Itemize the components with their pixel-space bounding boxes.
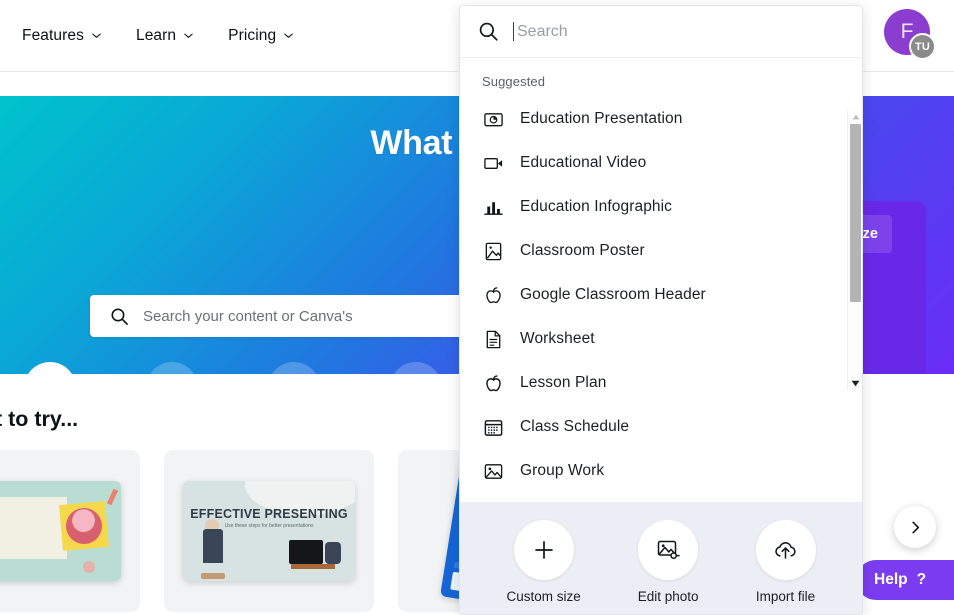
- hero-tab-social-media[interactable]: Social media: [258, 362, 330, 374]
- triangle-up-icon[interactable]: [848, 110, 862, 124]
- suggestion-item-classroom-poster[interactable]: Classroom Poster: [460, 229, 862, 273]
- poster-image-icon: [482, 240, 504, 262]
- nav-features-label: Features: [22, 26, 84, 44]
- presentation-icon: [146, 362, 198, 374]
- video-icon: [482, 152, 504, 174]
- account-avatar-group[interactable]: F TU: [884, 9, 936, 61]
- suggestions-group-label: Suggested: [482, 74, 546, 89]
- search-icon: [478, 21, 499, 42]
- template-card[interactable]: EFFECTIVE PRESENTING Use these steps for…: [164, 450, 374, 612]
- apple-outline-icon: [482, 372, 504, 394]
- suggestion-label: Group Work: [520, 462, 605, 479]
- nav-item-features[interactable]: Features: [22, 27, 102, 45]
- help-label: Help: [874, 571, 908, 588]
- edit-photo-icon: [638, 520, 699, 580]
- suggestion-label: Educational Video: [520, 154, 647, 171]
- dropdown-scrollbar[interactable]: [847, 110, 862, 390]
- template-card[interactable]: Present for Online roomles Lee's Class: [0, 450, 140, 612]
- scrollbar-thumb[interactable]: [850, 124, 861, 302]
- help-button[interactable]: Help ?: [856, 560, 954, 600]
- avatar-badge-label: TU: [914, 40, 931, 53]
- avatar-team-badge[interactable]: TU: [909, 33, 936, 60]
- suggestion-item-worksheet[interactable]: Worksheet: [460, 317, 862, 361]
- dropdown-search-placeholder: Search: [517, 22, 568, 40]
- custom-size-label: Custom size: [506, 589, 581, 604]
- suggestion-label: Lesson Plan: [520, 374, 607, 391]
- triangle-down-icon[interactable]: [848, 376, 862, 390]
- chevron-down-icon: [283, 30, 294, 41]
- sparkle-icon: [24, 362, 76, 374]
- presentation-slide-icon: [482, 108, 504, 130]
- cloud-upload-icon: [755, 520, 816, 580]
- apple-icon: [482, 284, 504, 306]
- plus-icon: [513, 520, 574, 580]
- question-mark-icon: ?: [916, 571, 927, 588]
- canva-homepage: Features Learn Pricing F TU What will yo…: [0, 0, 954, 615]
- suggestion-item-google-classroom-header[interactable]: Google Classroom Header: [460, 273, 862, 317]
- hero-search-placeholder: Search your content or Canva's: [143, 307, 353, 325]
- section-title: t want to try...: [0, 407, 79, 431]
- suggestion-label: Classroom Poster: [520, 242, 645, 259]
- search-icon: [110, 307, 129, 326]
- dropdown-quick-actions: Custom size Edit photo Import file: [460, 502, 862, 614]
- document-icon: [482, 328, 504, 350]
- search-dropdown-panel: Search Suggested Education Presentation …: [459, 5, 863, 615]
- import-file-action[interactable]: Import file: [755, 520, 816, 604]
- video-camera-icon: [390, 362, 442, 374]
- suggestion-label: Education Presentation: [520, 110, 683, 127]
- custom-size-action[interactable]: Custom size: [506, 520, 581, 604]
- image-icon: [482, 460, 504, 482]
- chevron-down-icon: [183, 30, 194, 41]
- hero-tab-video[interactable]: Video: [380, 362, 452, 374]
- nav-pricing-label: Pricing: [228, 26, 277, 44]
- bar-chart-icon: [482, 196, 504, 218]
- effective-presenting-thumb: EFFECTIVE PRESENTING Use these steps for…: [183, 481, 355, 581]
- nav-learn-label: Learn: [135, 26, 177, 44]
- classroom-rules-thumb: Present for Online roomles Lee's Class: [0, 481, 121, 581]
- hero-tab-for-you[interactable]: For you: [14, 362, 86, 374]
- suggestion-label: Education Infographic: [520, 198, 673, 215]
- hero-tab-presentations[interactable]: Presentations: [136, 362, 208, 374]
- chevron-right-icon: [908, 520, 923, 535]
- suggestion-label: Worksheet: [520, 330, 595, 347]
- suggestion-item-education-presentation[interactable]: Education Presentation: [460, 97, 862, 141]
- edit-photo-label: Edit photo: [637, 589, 699, 604]
- carousel-next-button[interactable]: [894, 506, 936, 548]
- nav-item-learn[interactable]: Learn: [136, 27, 194, 45]
- suggestion-label: Class Schedule: [520, 418, 630, 435]
- suggestion-item-class-schedule[interactable]: Class Schedule: [460, 405, 862, 449]
- suggestions-list[interactable]: Suggested Education Presentation Educati…: [460, 58, 862, 502]
- suggestion-label: Google Classroom Header: [520, 286, 706, 303]
- nav-item-pricing[interactable]: Pricing: [228, 27, 294, 45]
- suggestion-item-group-work[interactable]: Group Work: [460, 449, 862, 493]
- suggestion-item-education-infographic[interactable]: Education Infographic: [460, 185, 862, 229]
- dropdown-search-input[interactable]: Search: [460, 6, 862, 58]
- suggestion-item-lesson-plan[interactable]: Lesson Plan: [460, 361, 862, 405]
- calendar-icon: [482, 416, 504, 438]
- text-cursor: [513, 22, 514, 41]
- import-file-label: Import file: [755, 589, 816, 604]
- chevron-down-icon: [91, 30, 102, 41]
- edit-photo-action[interactable]: Edit photo: [638, 520, 699, 604]
- suggestion-item-educational-video[interactable]: Educational Video: [460, 141, 862, 185]
- heart-chat-icon: [268, 362, 320, 374]
